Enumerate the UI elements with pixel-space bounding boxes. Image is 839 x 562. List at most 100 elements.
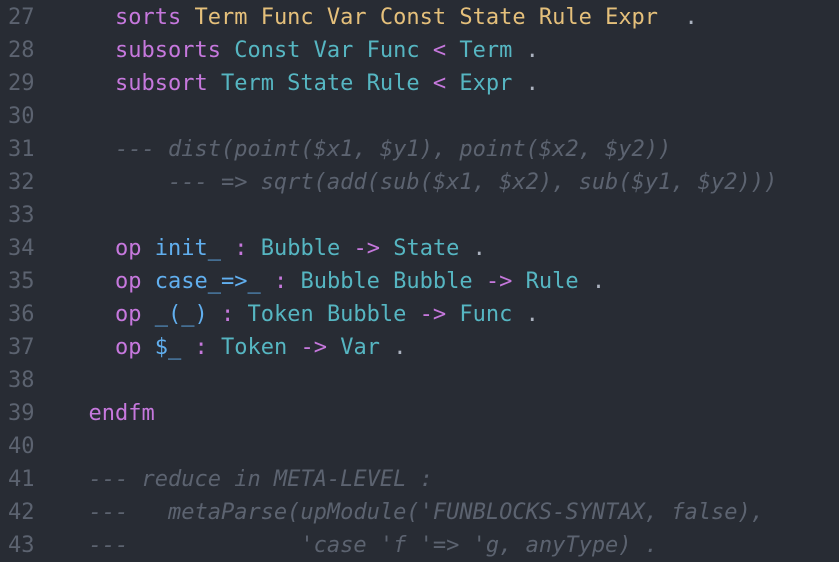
code-line[interactable]: 32 --- => sqrt(add(sub($x1, $x2), sub($y… — [0, 166, 839, 199]
code-token: . — [658, 5, 698, 30]
code-token: --- 'case 'f '=> 'g, anyType) . — [88, 533, 659, 558]
code-token: --- => sqrt(add(sub($x1, $x2), sub($y1, … — [167, 170, 778, 195]
code-line[interactable]: 41 --- reduce in META-LEVEL : — [0, 463, 839, 496]
code-editor[interactable]: 27 sorts Term Func Var Const State Rule … — [0, 1, 839, 562]
code-line[interactable]: 35 op case_=>_ : Bubble Bubble -> Rule . — [0, 265, 839, 298]
code-line[interactable]: 36 op _(_) : Token Bubble -> Func . — [0, 298, 839, 331]
code-token: op — [114, 302, 142, 327]
code-token: Token — [220, 335, 288, 360]
line-number: 34 — [8, 236, 35, 261]
line-number: 43 — [8, 533, 35, 558]
line-number: 35 — [8, 269, 35, 294]
code-token: Term — [459, 38, 513, 63]
code-token: . — [459, 236, 486, 261]
code-line[interactable]: 40 — [0, 430, 839, 463]
code-token: endfm — [88, 401, 155, 426]
code-line[interactable]: 27 sorts Term Func Var Const State Rule … — [0, 1, 839, 34]
code-token: Token Bubble — [247, 302, 407, 327]
code-line[interactable]: 33 — [0, 199, 839, 232]
code-token: . — [379, 335, 407, 360]
code-token: . — [512, 71, 539, 96]
code-token: Expr — [459, 71, 513, 96]
code-token: Var — [340, 335, 380, 360]
code-token: . — [512, 302, 539, 327]
code-token: Term State Rule — [220, 71, 420, 96]
code-line[interactable]: 30 — [0, 100, 839, 133]
code-token: Const Var Func — [234, 38, 420, 63]
code-line[interactable]: 38 — [0, 364, 839, 397]
line-number: 38 — [8, 368, 35, 393]
code-text: op case_=>_ : Bubble Bubble -> Rule . — [62, 265, 605, 298]
code-token: State — [393, 236, 460, 261]
code-token: -> — [353, 236, 380, 261]
code-token: init_ — [154, 236, 221, 261]
code-token: _(_) — [154, 302, 208, 327]
code-line[interactable]: 37 op $_ : Token -> Var . — [0, 331, 839, 364]
line-number: 36 — [8, 302, 35, 327]
code-text: op $_ : Token -> Var . — [62, 331, 406, 364]
code-token: --- metaParse(upModule('FUNBLOCKS-SYNTAX… — [88, 500, 765, 525]
line-number: 41 — [8, 467, 35, 492]
code-token: case_=>_ — [154, 269, 261, 294]
code-line[interactable]: 42 --- metaParse(upModule('FUNBLOCKS-SYN… — [0, 496, 839, 529]
code-token: op — [114, 269, 142, 294]
code-token: Rule — [525, 269, 579, 294]
code-line[interactable]: 39 endfm — [0, 397, 839, 430]
code-text: --- 'case 'f '=> 'g, anyType) . — [62, 529, 659, 562]
code-line[interactable]: 31 --- dist(point($x1, $y1), point($x2, … — [0, 133, 839, 166]
code-line[interactable]: 34 op init_ : Bubble -> State . — [0, 232, 839, 265]
code-token: < — [432, 71, 447, 96]
line-number: 30 — [8, 104, 35, 129]
code-token: < — [432, 38, 447, 63]
code-token: Func — [459, 302, 513, 327]
code-text: op init_ : Bubble -> State . — [62, 232, 486, 265]
code-token: subsorts — [114, 38, 221, 63]
line-number: 39 — [8, 401, 35, 426]
code-token: $_ — [154, 335, 182, 360]
code-text: subsort Term State Rule < Expr . — [62, 67, 539, 100]
code-token: : — [194, 335, 208, 360]
code-text: --- metaParse(upModule('FUNBLOCKS-SYNTAX… — [62, 496, 765, 529]
line-number: 31 — [8, 137, 35, 162]
code-line[interactable]: 28 subsorts Const Var Func < Term . — [0, 34, 839, 67]
code-token: op — [114, 236, 142, 261]
line-number: 27 — [8, 5, 35, 30]
code-line[interactable]: 43 --- 'case 'f '=> 'g, anyType) . — [0, 529, 839, 562]
code-line[interactable]: 29 subsort Term State Rule < Expr . — [0, 67, 839, 100]
line-number: 28 — [8, 38, 35, 63]
line-number: 40 — [8, 434, 35, 459]
